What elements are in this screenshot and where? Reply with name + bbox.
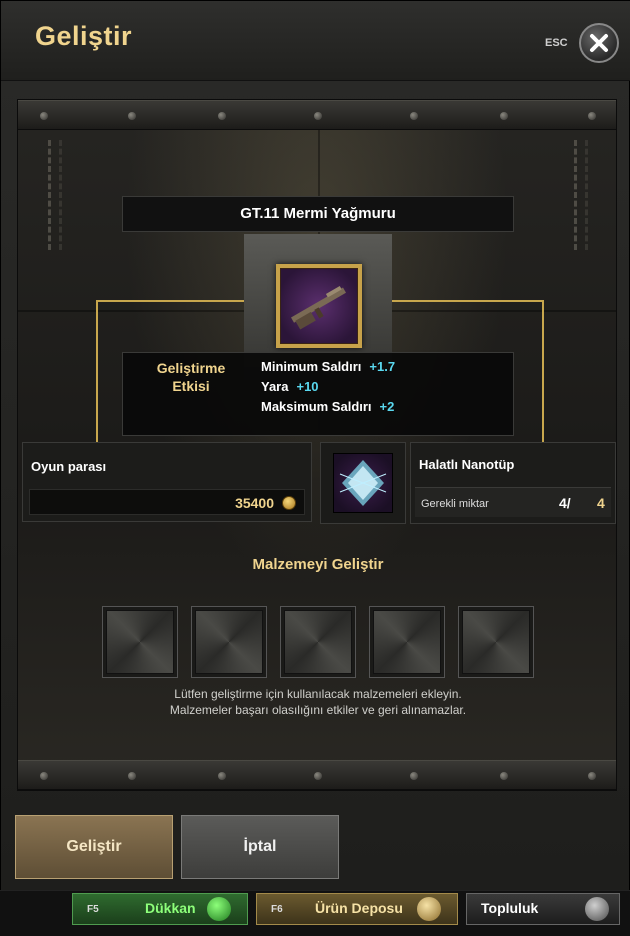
community-icon — [585, 897, 609, 921]
effects-title: Geliştirme Etkisi — [145, 359, 237, 395]
material-icon-slot[interactable] — [320, 442, 406, 524]
rivet — [314, 112, 322, 120]
coin-icon — [282, 496, 296, 510]
bottom-bar: F5 Dükkan F6 Ürün Deposu Topluluk — [0, 890, 630, 936]
storage-icon — [417, 897, 441, 921]
connector-line — [392, 300, 544, 302]
bottom-rail — [18, 760, 616, 790]
stat-label: Minimum Saldırı — [261, 359, 362, 374]
material-slot[interactable] — [458, 606, 534, 678]
connector-line — [96, 300, 98, 442]
required-amount-row: Gerekli miktar 4/ 4 — [415, 487, 611, 517]
game-money-panel: Oyun parası 35400 — [22, 442, 312, 522]
chain-decoration — [48, 140, 62, 250]
upgrade-stage: GT.11 Mermi Yağmuru Geliştirme Etkisi Mi… — [17, 99, 617, 791]
item-slot[interactable] — [276, 264, 362, 348]
stat-row: Maksimum Saldırı +2 — [261, 399, 394, 414]
rivet — [314, 772, 322, 780]
connector-line — [96, 300, 244, 302]
rivet — [410, 112, 418, 120]
material-slot[interactable] — [280, 606, 356, 678]
game-money-value: 35400 — [235, 495, 274, 511]
storage-label: Ürün Deposu — [315, 900, 403, 916]
amount-separator: / — [566, 495, 571, 511]
stat-row: Yara +10 — [261, 379, 319, 394]
close-icon — [590, 34, 608, 52]
storage-hotkey: F6 — [271, 904, 283, 915]
item-name: GT.11 Mermi Yağmuru — [240, 205, 396, 222]
rivet — [128, 112, 136, 120]
nanotube-crystal-icon — [339, 460, 387, 506]
rivet — [40, 772, 48, 780]
shop-label: Dükkan — [145, 900, 196, 916]
community-label: Topluluk — [481, 900, 539, 916]
stat-value: +1.7 — [369, 359, 396, 374]
rivet — [500, 112, 508, 120]
rifle-icon — [291, 285, 346, 330]
stat-value: +10 — [296, 379, 319, 394]
material-slot[interactable] — [102, 606, 178, 678]
material-name: Halatlı Nanotüp — [419, 457, 515, 472]
top-rail — [18, 100, 616, 130]
cancel-button[interactable]: İptal — [181, 815, 339, 879]
game-money-field: 35400 — [29, 489, 305, 515]
stat-row: Minimum Saldırı +1.7 — [261, 359, 395, 374]
material-slot[interactable] — [191, 606, 267, 678]
community-tab[interactable]: Topluluk — [466, 893, 620, 925]
upgrade-effects-panel: Geliştirme Etkisi Minimum Saldırı +1.7 Ya… — [122, 352, 514, 436]
required-amount-label: Gerekli miktar — [421, 498, 489, 510]
effects-title-line: Etkisi — [172, 378, 210, 394]
required-amount: 4 — [597, 495, 605, 511]
hint-line: Malzemeler başarı olasılığını etkiler ve… — [169, 703, 467, 717]
window-title: Geliştir — [35, 21, 133, 51]
owned-amount: 4/ — [559, 495, 571, 511]
material-hint: Lütfen geliştirme için kullanılacak malz… — [18, 686, 616, 718]
stat-value: +2 — [379, 399, 395, 414]
owned-count: 4 — [559, 495, 567, 511]
material-panel: Halatlı Nanotüp Gerekli miktar 4/ 4 — [410, 442, 616, 524]
rivet — [218, 772, 226, 780]
close-button[interactable] — [579, 23, 619, 63]
rivet — [588, 772, 596, 780]
rivet — [218, 112, 226, 120]
shop-icon — [207, 897, 231, 921]
upgrade-button[interactable]: Geliştir — [15, 815, 173, 879]
effects-title-line: Geliştirme — [156, 360, 226, 376]
stat-label: Maksimum Saldırı — [261, 399, 372, 414]
rivet — [128, 772, 136, 780]
material-slot[interactable] — [369, 606, 445, 678]
chain-decoration — [574, 140, 588, 250]
storage-tab[interactable]: F6 Ürün Deposu — [256, 893, 458, 925]
title-bar: Geliştir ESC — [1, 1, 630, 81]
rivet — [40, 112, 48, 120]
esc-label: ESC — [545, 37, 568, 49]
shop-tab[interactable]: F5 Dükkan — [72, 893, 248, 925]
rivet — [588, 112, 596, 120]
rivet — [410, 772, 418, 780]
upgrade-window: Geliştir ESC GT.11 Mermi Yağmuru Gelişti… — [0, 0, 630, 896]
stat-label: Yara — [261, 379, 289, 394]
rivet — [500, 772, 508, 780]
connector-line — [542, 300, 544, 442]
hint-line: Lütfen geliştirme için kullanılacak malz… — [174, 687, 462, 701]
item-name-box: GT.11 Mermi Yağmuru — [122, 196, 514, 232]
upgrade-materials-heading: Malzemeyi Geliştir — [252, 556, 384, 573]
shop-hotkey: F5 — [87, 904, 99, 915]
game-money-label: Oyun parası — [31, 459, 107, 474]
